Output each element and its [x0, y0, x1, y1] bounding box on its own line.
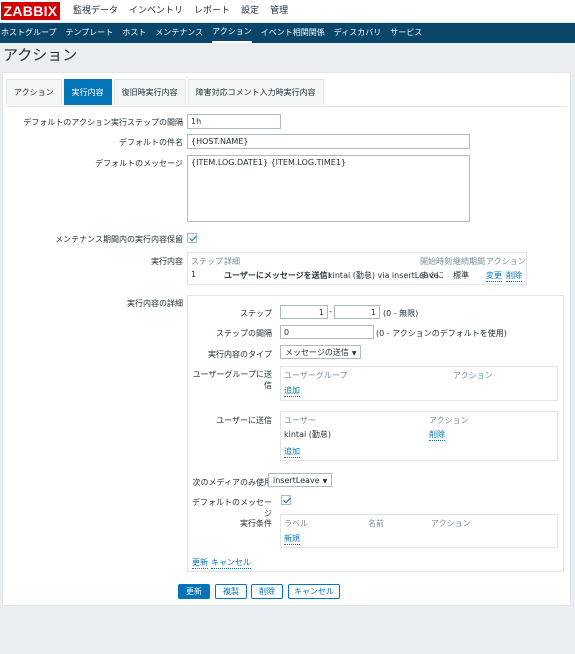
user-row-name: kintai (勤怠) — [284, 430, 331, 439]
media-select-value: insertLeave — [273, 476, 320, 485]
step-interval-input[interactable] — [280, 325, 374, 339]
operation-details-label: 実行内容の詳細 — [127, 299, 183, 308]
step-duration-label: デフォルトのアクション実行ステップの間隔 — [23, 118, 183, 127]
operations-table: ステップ 詳細 開始時刻 継続期間 アクション 1 ユーザーにメッセージを送信:… — [187, 252, 527, 285]
tab-action[interactable]: アクション — [6, 79, 62, 105]
col-step: ステップ — [191, 257, 223, 266]
sub-menu-bar: ホストグループ テンプレート ホスト メンテナンス アクション イベント相関関係… — [0, 23, 575, 43]
user-groups-action-col: アクション — [453, 371, 493, 380]
col-start: 開始時刻 — [420, 257, 452, 266]
submenu-hosts[interactable]: ホスト — [122, 23, 146, 43]
operation-details-box: ステップ - (0 - 無限) ステップの間隔 (0 - アクションのデフォルト… — [187, 295, 564, 572]
op-start-cell: すぐに — [420, 271, 444, 280]
tab-divider — [6, 106, 567, 107]
step-dash: - — [329, 307, 332, 316]
chevron-down-icon: ▼ — [351, 350, 357, 357]
tab-recovery-operations[interactable]: 復旧時実行内容 — [113, 79, 186, 105]
col-details: 詳細 — [224, 257, 240, 266]
menu-monitoring[interactable]: 監視データ — [73, 0, 118, 23]
zabbix-logo[interactable]: ZABBIX — [1, 2, 60, 20]
conditions-label: 実行条件 — [240, 519, 272, 528]
default-message-checkbox[interactable] — [281, 495, 291, 505]
cancel-button[interactable]: キャンセル — [288, 584, 340, 599]
conditions-table: ラベル 名前 アクション 新規 — [280, 514, 558, 548]
user-remove-link[interactable]: 削除 — [429, 429, 445, 441]
operations-label: 実行内容 — [151, 257, 183, 266]
delete-button[interactable]: 削除 — [251, 584, 283, 599]
user-groups-add-link[interactable]: 追加 — [284, 385, 300, 397]
tab-bar: アクション 実行内容 復旧時実行内容 障害対応コメント入力時実行内容 — [6, 79, 326, 107]
operation-type-label: 実行内容のタイプ — [208, 350, 272, 359]
media-select[interactable]: insertLeave ▼ — [268, 473, 333, 487]
users-action-col: アクション — [429, 416, 469, 425]
submenu-maintenance[interactable]: メンテナンス — [155, 23, 203, 43]
submenu-services[interactable]: サービス — [390, 23, 422, 43]
step-to-input[interactable] — [334, 305, 380, 319]
op-edit-link[interactable]: 変更 — [486, 270, 502, 282]
step-label: ステップ — [240, 309, 272, 318]
default-message-label: デフォルトのメッセージ — [192, 498, 272, 518]
user-groups-label: ユーザーグループに送信 — [192, 370, 272, 390]
message-textarea[interactable]: {ITEM.LOG.DATE1} {ITEM.LOG.TIME1} — [187, 155, 470, 222]
submenu-templates[interactable]: テンプレート — [66, 23, 114, 43]
users-col: ユーザー — [284, 416, 316, 425]
pause-maintenance-label: メンテナンス期間内の実行内容保留 — [55, 235, 183, 244]
top-bar: ZABBIX 監視データ インベントリ レポート 設定 管理 — [0, 0, 575, 23]
op-duration-cell: 標準 — [453, 271, 469, 280]
op-detail-bold: ユーザーにメッセージを送信: — [224, 271, 331, 280]
operation-type-select[interactable]: メッセージの送信 ▼ — [280, 345, 362, 359]
pause-maintenance-checkbox[interactable] — [187, 233, 197, 243]
title-bar: アクション — [0, 43, 575, 71]
main-menu: 監視データ インベントリ レポート 設定 管理 — [73, 0, 299, 23]
details-cancel-link[interactable]: キャンセル — [211, 557, 251, 569]
submenu-actions[interactable]: アクション — [212, 23, 252, 43]
user-groups-col: ユーザーグループ — [284, 371, 348, 380]
subject-input[interactable] — [187, 134, 470, 149]
step-duration-input[interactable] — [187, 114, 281, 129]
update-button[interactable]: 更新 — [178, 584, 210, 599]
users-label: ユーザーに送信 — [216, 416, 272, 425]
clone-button[interactable]: 複製 — [215, 584, 247, 599]
step-from-input[interactable] — [280, 305, 328, 319]
media-label: 次のメディアのみ使用 — [192, 478, 272, 487]
operation-type-value: メッセージの送信 — [285, 348, 349, 357]
details-update-link[interactable]: 更新 — [192, 557, 208, 569]
step-interval-hint: (0 - アクションのデフォルトを使用) — [376, 329, 507, 338]
cond-name-col: 名前 — [368, 519, 384, 528]
users-add-link[interactable]: 追加 — [284, 446, 300, 458]
step-hint: (0 - 無限) — [383, 309, 419, 318]
form-panel: アクション 実行内容 復旧時実行内容 障害対応コメント入力時実行内容 デフォルト… — [2, 72, 571, 606]
tab-operations[interactable]: 実行内容 — [63, 79, 112, 105]
col-action: アクション — [486, 257, 526, 266]
submenu-event-correlation[interactable]: イベント相関関係 — [261, 23, 325, 43]
users-table: ユーザー アクション kintai (勤怠) 削除 追加 — [280, 411, 558, 461]
page-title: アクション — [3, 47, 78, 64]
menu-administration[interactable]: 管理 — [270, 0, 288, 23]
chevron-down-icon: ▼ — [322, 478, 328, 485]
message-label: デフォルトのメッセージ — [95, 159, 183, 168]
op-remove-link[interactable]: 削除 — [506, 270, 522, 282]
submenu-discovery[interactable]: ディスカバリ — [334, 23, 381, 43]
cond-new-link[interactable]: 新規 — [284, 533, 300, 545]
cond-action-col: アクション — [431, 519, 471, 528]
menu-configuration[interactable]: 設定 — [241, 0, 259, 23]
menu-reports[interactable]: レポート — [194, 0, 230, 23]
cond-label-col: ラベル — [284, 519, 308, 528]
op-step-cell: 1 — [191, 270, 197, 279]
tab-update-operations[interactable]: 障害対応コメント入力時実行内容 — [187, 79, 324, 105]
submenu-host-groups[interactable]: ホストグループ — [1, 23, 57, 43]
menu-inventory[interactable]: インベントリ — [129, 0, 183, 23]
subject-label: デフォルトの件名 — [119, 138, 183, 147]
user-groups-table: ユーザーグループ アクション 追加 — [280, 366, 558, 401]
col-duration: 継続期間 — [453, 257, 485, 266]
step-interval-label: ステップの間隔 — [216, 329, 272, 338]
